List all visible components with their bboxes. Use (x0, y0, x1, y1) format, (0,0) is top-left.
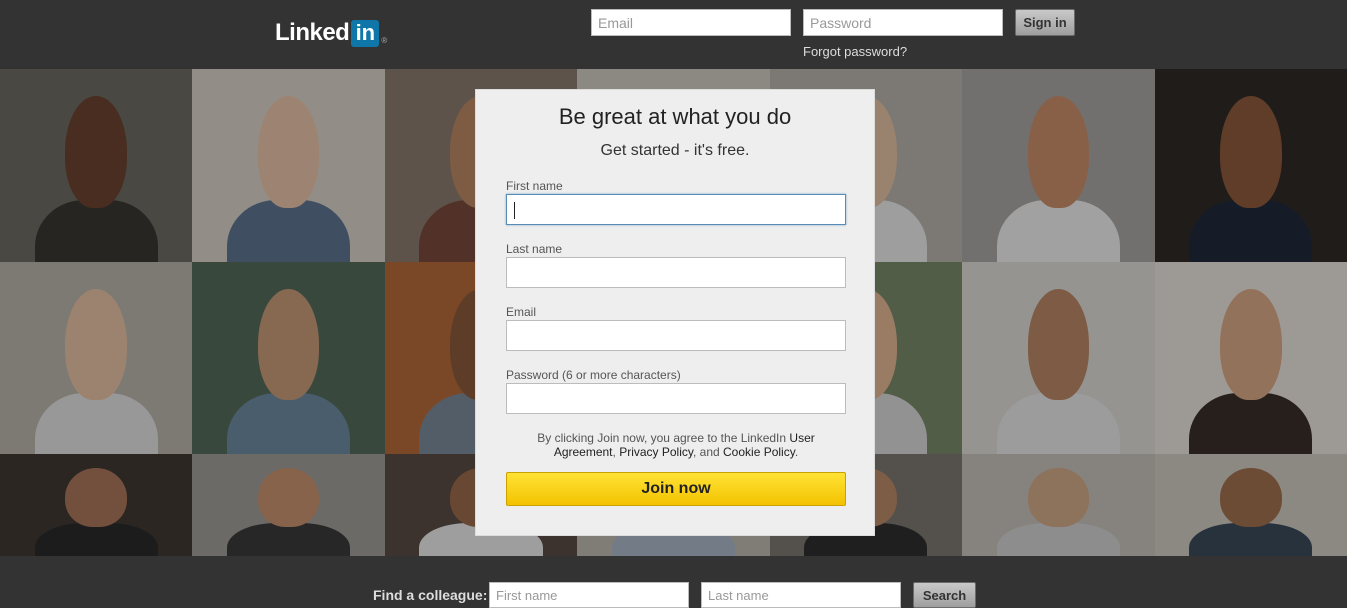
first-name-label: First name (506, 179, 563, 193)
privacy-policy-link[interactable]: Privacy Policy (619, 445, 693, 459)
terms-separator-2: , and (692, 445, 724, 459)
email-label: Email (506, 305, 537, 319)
photo-tile (192, 454, 385, 556)
photo-overlay (192, 454, 385, 556)
find-colleague-label: Find a colleague: (373, 587, 488, 603)
photo-tile (192, 69, 385, 262)
photo-tile (962, 69, 1155, 262)
photo-overlay (962, 454, 1155, 556)
photo-overlay (1154, 454, 1347, 556)
photo-tile (962, 262, 1155, 454)
signup-card: Be great at what you do Get started - it… (475, 89, 875, 536)
photo-overlay (0, 69, 193, 262)
photo-overlay (192, 69, 385, 262)
email-field[interactable] (506, 320, 846, 351)
terms-prefix: By clicking Join now, you agree to the L… (537, 431, 790, 445)
linkedin-logo[interactable]: Linked in ® (275, 18, 387, 48)
header-email-input[interactable] (591, 9, 791, 36)
photo-tile (0, 454, 193, 556)
first-name-field[interactable] (506, 194, 846, 225)
photo-overlay (0, 262, 193, 454)
photo-overlay (962, 262, 1155, 454)
photo-tile (192, 262, 385, 454)
search-button[interactable]: Search (913, 582, 976, 608)
photo-tile (0, 69, 193, 262)
header-password-input[interactable] (803, 9, 1003, 36)
top-bar: Linked in ® Sign in Forgot password? (0, 0, 1347, 69)
colleague-first-name-input[interactable] (489, 582, 689, 608)
sign-in-button[interactable]: Sign in (1015, 9, 1075, 36)
photo-tile (1154, 69, 1347, 262)
photo-tile (1154, 454, 1347, 556)
forgot-password-link[interactable]: Forgot password? (803, 44, 907, 59)
photo-overlay (1154, 69, 1347, 262)
logo-badge: in (351, 19, 380, 47)
photo-overlay (962, 69, 1155, 262)
photo-overlay (1154, 262, 1347, 454)
last-name-label: Last name (506, 242, 563, 256)
registered-mark: ® (381, 36, 388, 45)
photo-overlay (192, 262, 385, 454)
terms-text: By clicking Join now, you agree to the L… (516, 431, 836, 459)
password-field[interactable] (506, 383, 846, 414)
cookie-policy-link[interactable]: Cookie Policy (723, 445, 795, 459)
photo-tile (962, 454, 1155, 556)
colleague-last-name-input[interactable] (701, 582, 901, 608)
photo-tile (1154, 262, 1347, 454)
last-name-field[interactable] (506, 257, 846, 288)
password-label: Password (6 or more characters) (506, 368, 681, 382)
text-caret (514, 202, 515, 219)
logo-text: Linked (275, 19, 350, 46)
photo-overlay (0, 454, 193, 556)
join-now-button[interactable]: Join now (506, 472, 846, 506)
signup-title: Be great at what you do (558, 104, 792, 129)
terms-end: . (794, 445, 799, 459)
signup-subtitle: Get started - it's free. (600, 142, 750, 159)
photo-tile (0, 262, 193, 454)
find-colleague-bar: Find a colleague: Search (0, 556, 1347, 608)
